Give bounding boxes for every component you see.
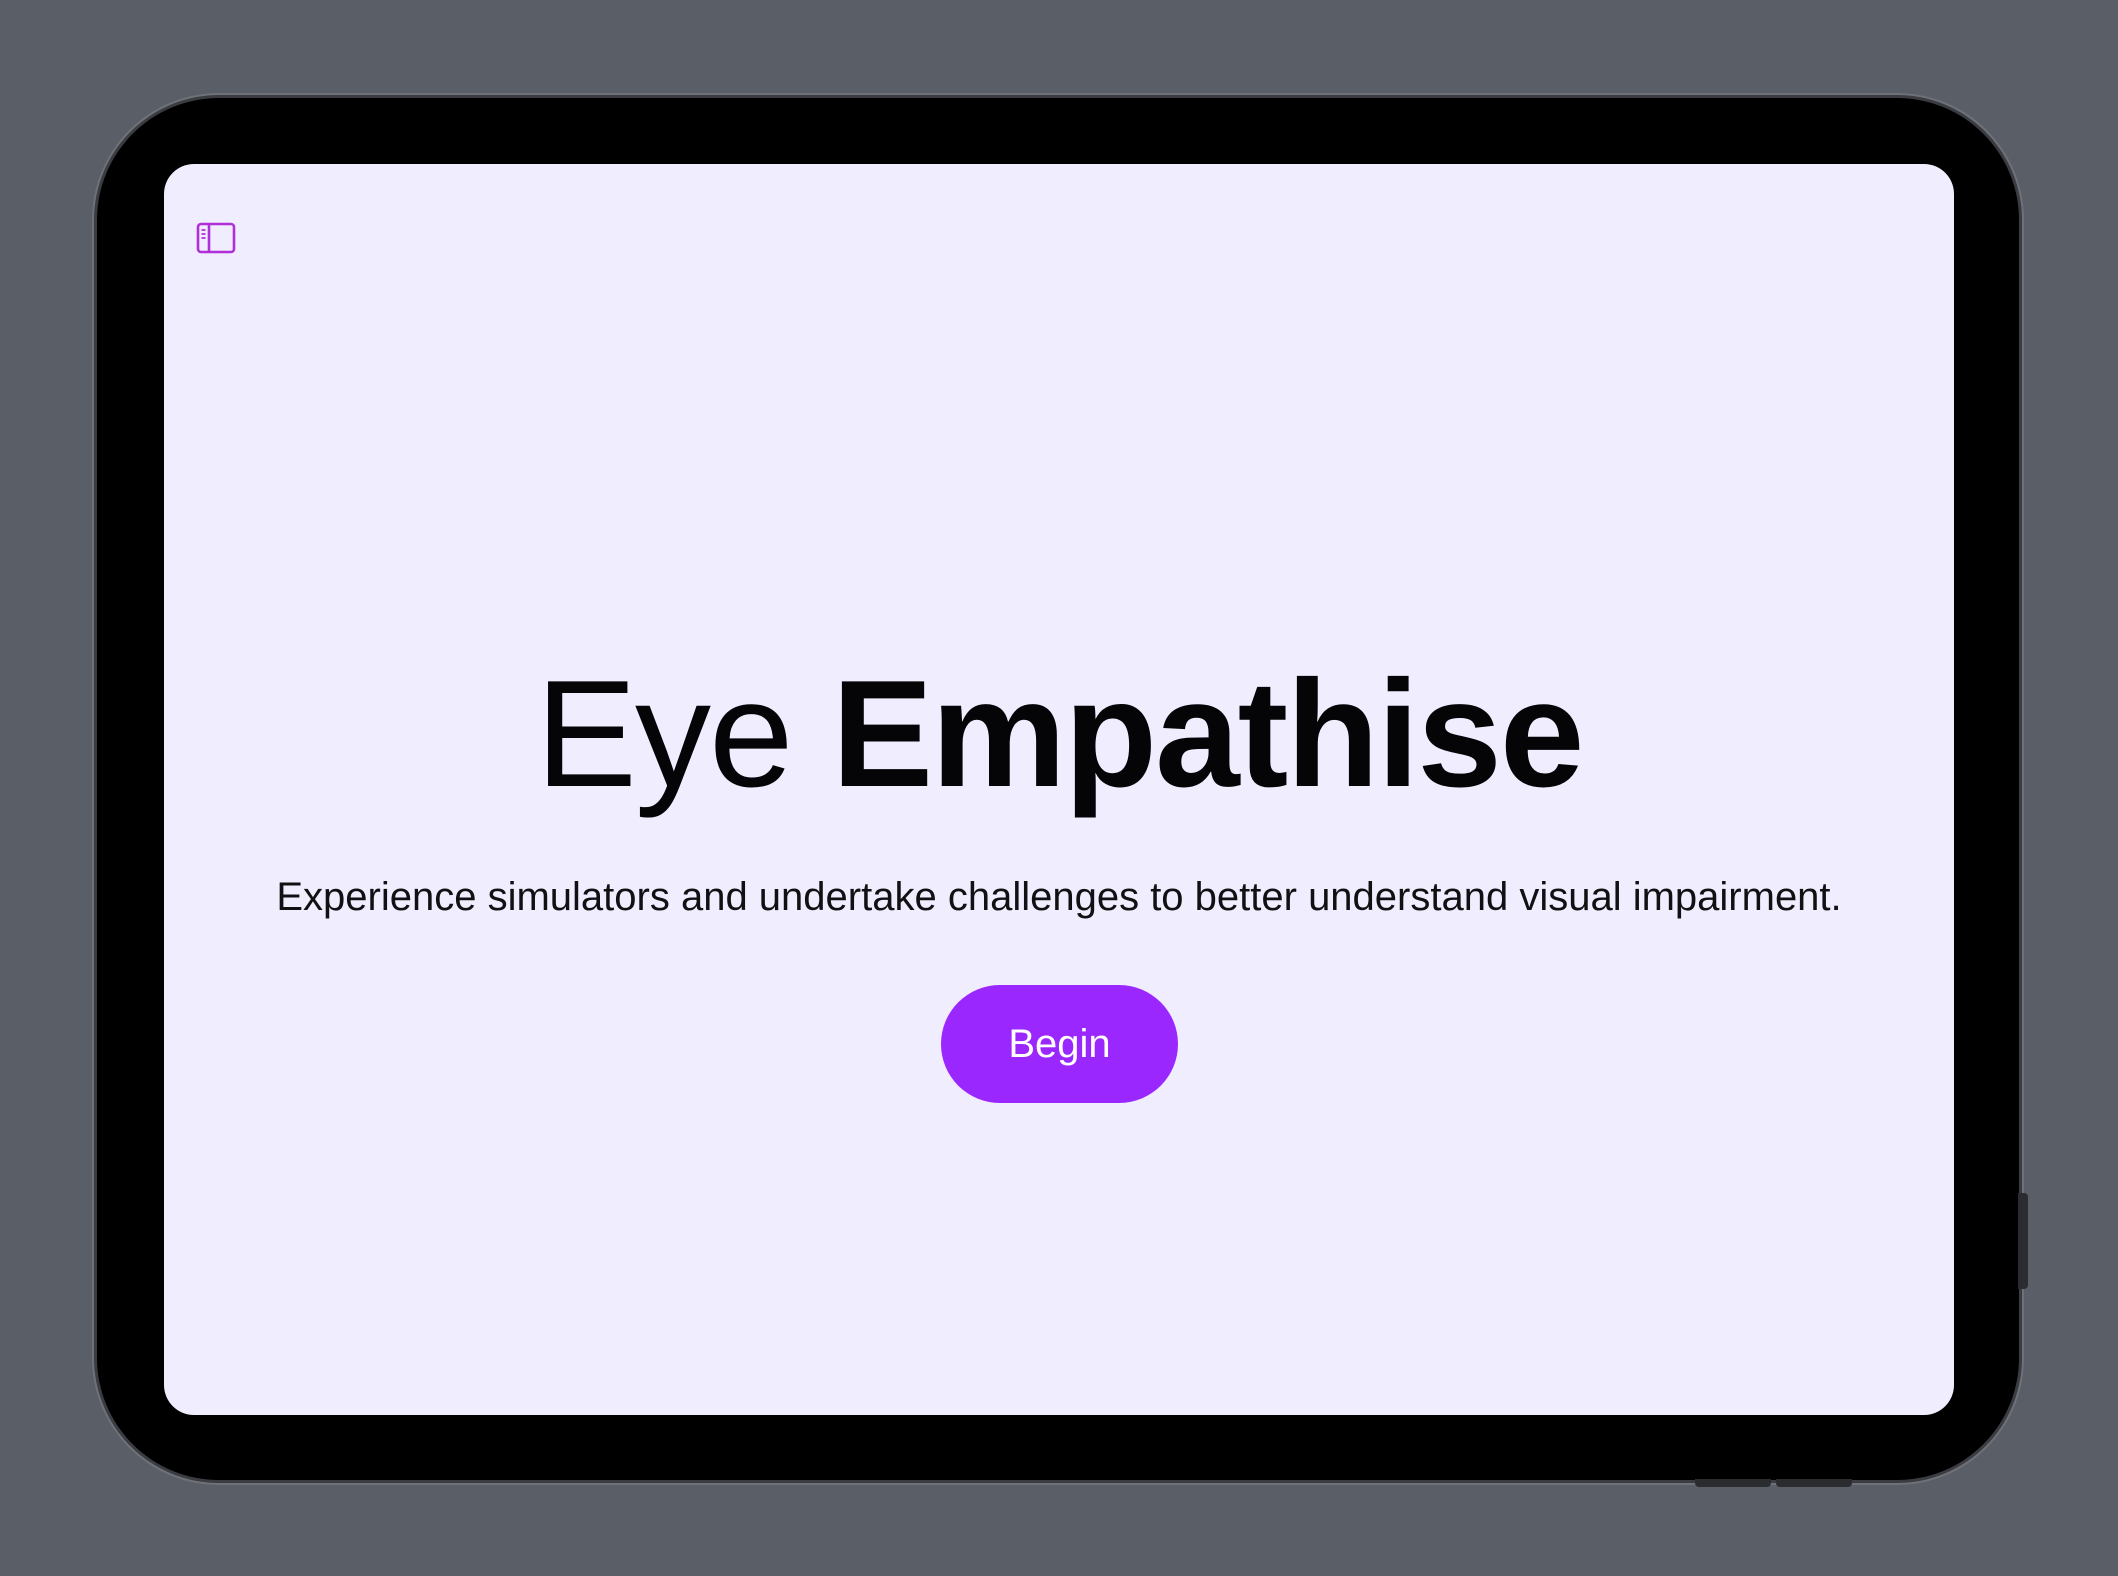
app-screen: Eye Empathise Experience simulators and … — [164, 164, 1954, 1415]
app-title-part-eye: Eye — [535, 649, 794, 819]
device-side-button — [2018, 1193, 2028, 1289]
app-subtitle: Experience simulators and undertake chal… — [276, 875, 1842, 919]
device-volume-button — [1695, 1479, 1771, 1487]
begin-button[interactable]: Begin — [941, 985, 1178, 1103]
sidebar-toggle-button[interactable] — [196, 222, 236, 256]
device-volume-button — [1776, 1479, 1852, 1487]
app-title: Eye Empathise — [164, 644, 1954, 824]
app-title-part-empathise: Empathise — [831, 649, 1585, 819]
sidebar-left-icon — [196, 222, 236, 254]
